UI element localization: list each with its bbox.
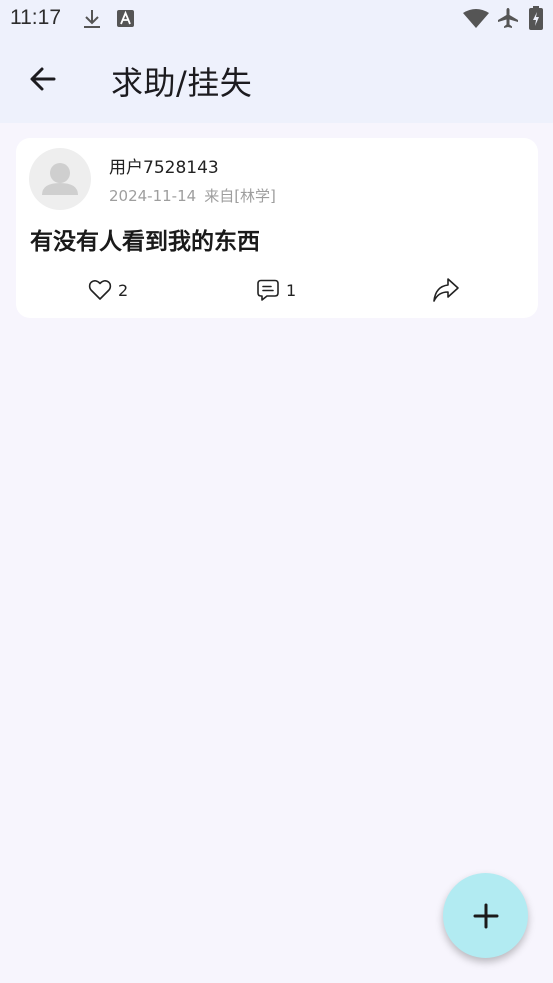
share-icon [433, 278, 459, 302]
wifi-icon [463, 9, 489, 28]
user-placeholder-icon [42, 163, 78, 195]
post-date: 2024-11-14 [109, 187, 197, 205]
share-button[interactable] [432, 276, 460, 304]
like-count: 2 [118, 280, 129, 300]
app-bar: 求助/挂失 [0, 38, 553, 123]
airplane-icon [498, 8, 518, 28]
battery-icon [529, 6, 543, 30]
page-title: 求助/挂失 [111, 64, 253, 102]
plus-icon [473, 903, 498, 928]
post-card[interactable]: 用户7528143 2024-11-14 来自[林学] 有没有人看到我的东西 2 … [16, 138, 538, 318]
comment-icon [257, 279, 279, 301]
comment-count: 1 [286, 280, 297, 300]
post-username[interactable]: 用户7528143 [109, 153, 219, 178]
post-title[interactable]: 有没有人看到我的东西 [30, 222, 260, 256]
status-bar: 11:17 [0, 0, 553, 38]
back-button[interactable] [22, 58, 64, 100]
like-button[interactable]: 2 [88, 276, 128, 304]
arrow-left-icon [30, 67, 56, 91]
text-a-icon [117, 10, 134, 27]
download-icon [84, 10, 100, 28]
heart-icon [88, 280, 112, 300]
avatar[interactable] [29, 148, 91, 210]
status-time: 11:17 [10, 6, 61, 29]
add-post-button[interactable] [443, 873, 528, 958]
comment-button[interactable]: 1 [256, 276, 296, 304]
post-meta: 2024-11-14 来自[林学] [109, 185, 276, 206]
post-source: 来自[林学] [204, 187, 276, 205]
